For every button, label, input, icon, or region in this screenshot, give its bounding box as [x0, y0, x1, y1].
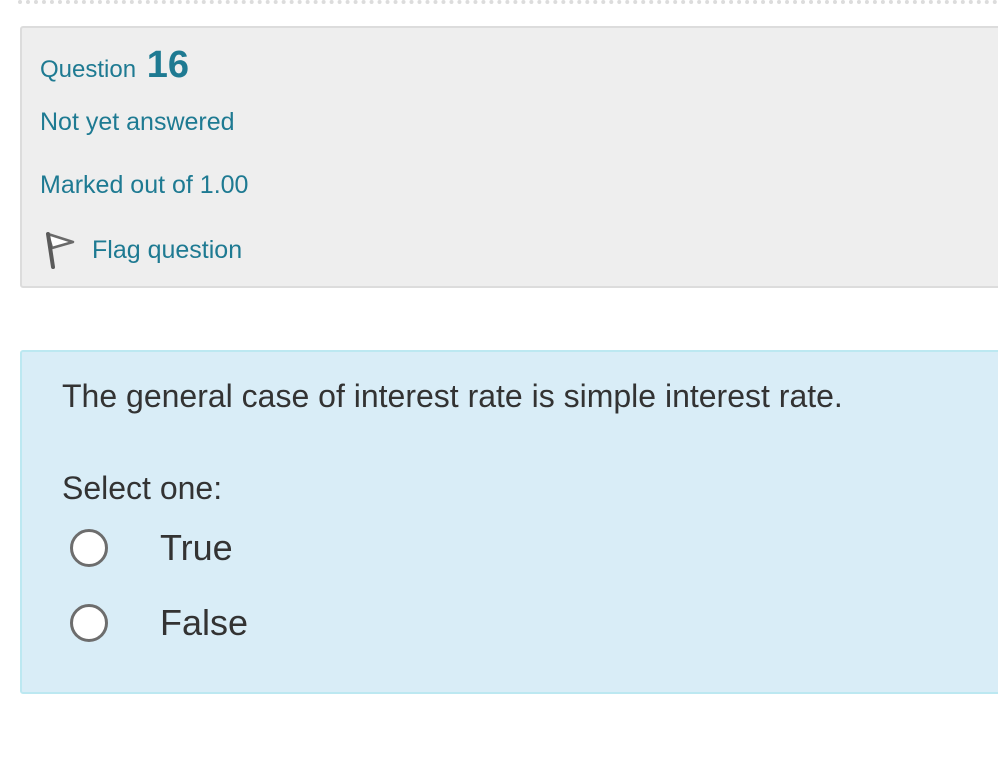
question-content-panel: The general case of interest rate is sim… [20, 350, 998, 694]
radio-button-false[interactable] [70, 604, 108, 642]
top-dotted-divider [18, 0, 998, 4]
question-number: 16 [146, 44, 190, 86]
radio-button-true[interactable] [70, 529, 108, 567]
answer-option-label[interactable]: True [160, 527, 233, 569]
question-label: Question [40, 56, 137, 83]
flag-question-button[interactable]: Flag question [42, 230, 242, 270]
question-text: The general case of interest rate is sim… [62, 378, 843, 414]
question-info-panel: Question 16 Not yet answered Marked out … [20, 26, 998, 288]
question-number-heading: Question 16 [40, 44, 189, 87]
select-one-prompt: Select one: [62, 470, 223, 506]
answer-option-label[interactable]: False [160, 602, 248, 644]
answer-option-true[interactable]: True [70, 527, 233, 569]
answer-option-false[interactable]: False [70, 602, 248, 644]
flag-icon [46, 232, 75, 269]
question-state: Not yet answered [40, 108, 235, 136]
question-grade: Marked out of 1.00 [40, 171, 249, 199]
flag-question-label: Flag question [92, 235, 243, 264]
